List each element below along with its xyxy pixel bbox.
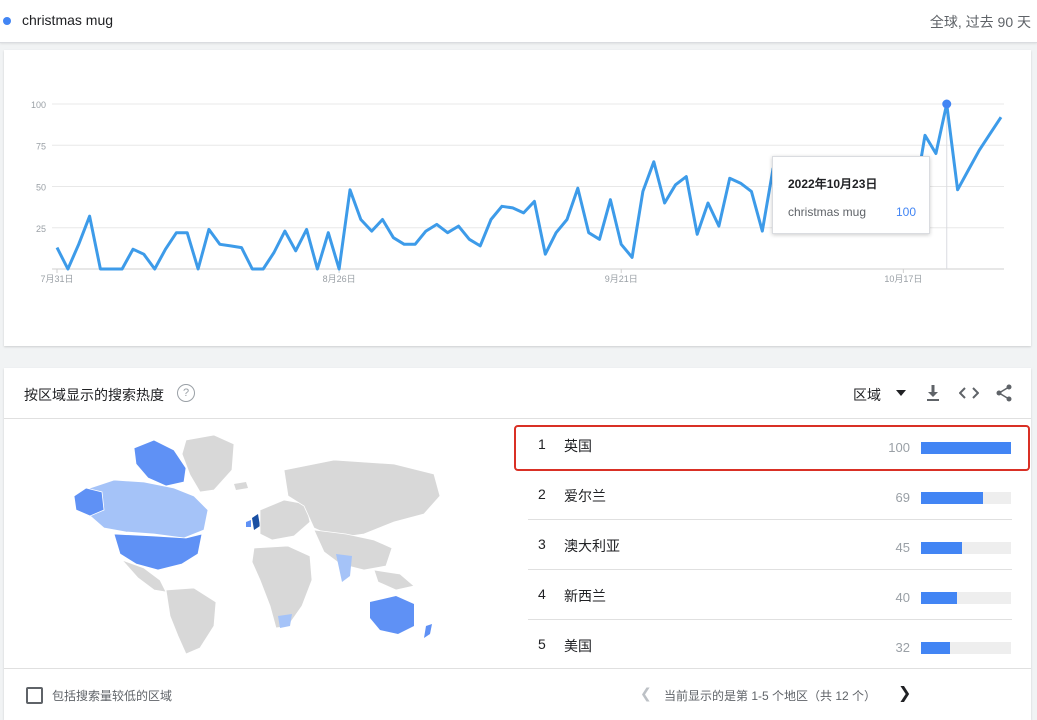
x-tick-label: 7月31日: [40, 274, 73, 284]
region-bar-track: [921, 542, 1011, 554]
next-page-icon[interactable]: ❯: [898, 683, 911, 703]
share-icon[interactable]: [996, 384, 1012, 402]
region-name[interactable]: 美国: [564, 636, 592, 656]
region-bar-fill: [921, 542, 962, 554]
y-tick-label: 75: [36, 141, 46, 151]
row-divider: [528, 569, 1012, 570]
header-divider: [4, 418, 1031, 419]
interest-over-time-card: 25 50 75 100 7月31日 8月26日 9月21日 10月17日 2022年10月2…: [4, 50, 1031, 346]
low-volume-checkbox[interactable]: [26, 687, 43, 704]
help-icon[interactable]: ?: [177, 384, 195, 402]
region-value: 45: [895, 540, 910, 555]
series-color-dot: [3, 17, 11, 25]
row-divider: [528, 619, 1012, 620]
region-dropdown[interactable]: 区域: [853, 385, 881, 405]
region-footer: 包括搜索量较低的区域 ❮ 当前显示的是第 1-5 个地区（共 12 个） ❯: [4, 668, 1031, 720]
tooltip-value: 100: [895, 205, 916, 219]
tooltip-date: 2022年10月23日: [788, 177, 878, 191]
row-divider: [528, 519, 1012, 520]
x-tick-label: 10月17日: [884, 274, 922, 284]
region-value: 32: [895, 640, 910, 655]
region-bar-track: [921, 492, 1011, 504]
tooltip-term: christmas mug: [788, 205, 867, 219]
region-rank: 2: [538, 486, 546, 502]
y-tick-label: 100: [31, 100, 46, 110]
region-rank: 4: [538, 586, 546, 602]
region-row[interactable]: 5 美国 32: [528, 619, 1012, 670]
region-bar-fill: [921, 592, 957, 604]
region-value: 40: [895, 590, 910, 605]
low-volume-checkbox-label[interactable]: 包括搜索量较低的区域: [52, 687, 172, 704]
hover-point: [942, 99, 952, 109]
region-bar-fill: [921, 642, 950, 654]
pagination-text: 当前显示的是第 1-5 个地区（共 12 个）: [664, 689, 877, 703]
region-bar-track: [921, 642, 1011, 654]
region-bar-track: [921, 592, 1011, 604]
section-title: 按区域显示的搜索热度: [24, 387, 164, 403]
y-tick-label: 50: [36, 183, 46, 193]
chart-tooltip: 2022年10月23日 christmas mug 100: [772, 156, 930, 234]
region-rank: 3: [538, 536, 546, 552]
prev-page-icon[interactable]: ❮: [640, 685, 652, 702]
region-row[interactable]: 3 澳大利亚 45: [528, 519, 1012, 570]
top-region-highlight: [514, 425, 1030, 471]
download-icon[interactable]: [925, 384, 941, 402]
region-row[interactable]: 4 新西兰 40: [528, 569, 1012, 620]
region-row[interactable]: 2 爱尔兰 69: [528, 469, 1012, 520]
region-bar-fill: [921, 492, 984, 504]
search-term-bar: christmas mug 全球, 过去 90 天: [0, 0, 1037, 43]
region-rank: 5: [538, 636, 546, 652]
region-value: 69: [895, 490, 910, 505]
region-name[interactable]: 澳大利亚: [564, 536, 620, 556]
region-name[interactable]: 爱尔兰: [564, 486, 606, 506]
search-term[interactable]: christmas mug: [22, 12, 113, 28]
interest-by-region-card: 按区域显示的搜索热度 ? 区域 1 英国 100 2 爱尔兰 69 3 澳大利亚…: [4, 368, 1031, 720]
region-name[interactable]: 新西兰: [564, 586, 606, 606]
scope-label[interactable]: 全球, 过去 90 天: [930, 12, 1031, 32]
embed-code-icon[interactable]: [959, 387, 979, 399]
x-tick-label: 8月26日: [323, 274, 356, 284]
world-map[interactable]: [74, 430, 444, 655]
y-tick-label: 25: [36, 224, 46, 234]
chevron-down-icon[interactable]: [896, 390, 906, 396]
x-tick-label: 9月21日: [605, 274, 638, 284]
